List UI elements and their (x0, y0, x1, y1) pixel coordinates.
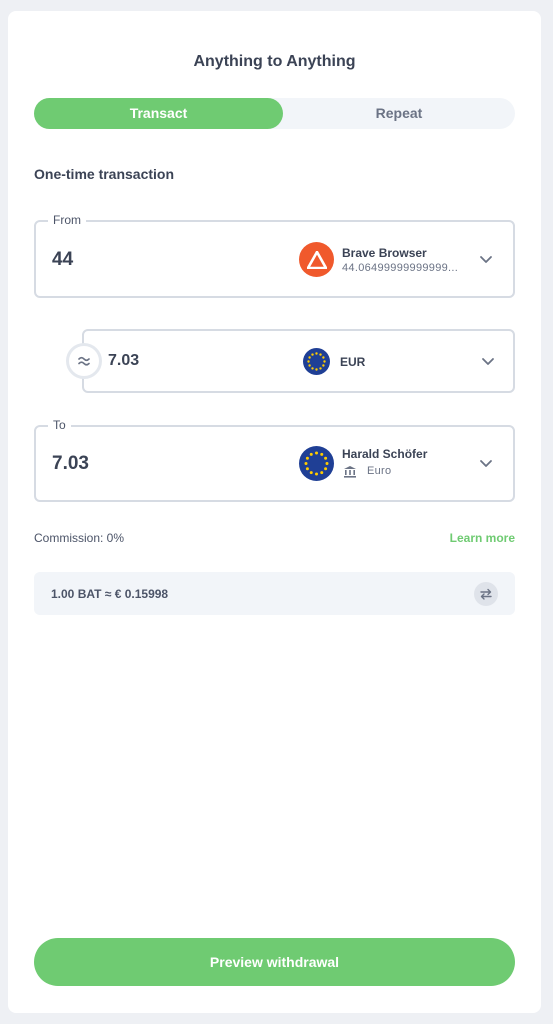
swap-arrows-icon[interactable] (474, 582, 498, 606)
chevron-down-icon[interactable] (481, 357, 495, 367)
chevron-down-icon[interactable] (479, 255, 493, 265)
recipient-name: Harald Schöfer (342, 447, 428, 461)
from-asset-name: Brave Browser (342, 246, 427, 260)
commission-label: Commission: 0% (34, 531, 125, 545)
learn-more-link[interactable]: Learn more (450, 531, 515, 545)
eu-flag-icon (299, 446, 334, 481)
convert-field[interactable]: 7.03 EUR (82, 329, 515, 393)
exchange-rate-text: 1.00 BAT ≈ € 0.15998 (51, 587, 169, 601)
page-title: Anything to Anything (193, 53, 356, 70)
convert-currency: EUR (340, 355, 366, 369)
exchange-rate-bar: 1.00 BAT ≈ € 0.15998 (34, 572, 515, 615)
from-field[interactable]: From 44 Brave Browser 44.06499999999999.… (34, 213, 515, 298)
preview-withdrawal-button[interactable]: Preview withdrawal (34, 938, 515, 986)
eu-flag-icon (303, 348, 330, 375)
recipient-currency: Euro (367, 465, 392, 477)
tab-bar: Transact Repeat (34, 98, 515, 129)
from-asset-balance: 44.06499999999999... (342, 262, 459, 274)
to-amount[interactable]: 7.03 (52, 453, 89, 475)
to-legend: To (48, 418, 71, 432)
brave-bat-logo-icon (299, 242, 334, 277)
tab-transact[interactable]: Transact (34, 98, 283, 129)
to-field[interactable]: To 7.03 Harald Schöfer Euro (34, 418, 515, 502)
from-amount[interactable]: 44 (52, 249, 73, 271)
convert-amount[interactable]: 7.03 (108, 352, 139, 370)
from-legend: From (48, 213, 86, 227)
chevron-down-icon[interactable] (479, 459, 493, 469)
transaction-card: Anything to Anything Transact Repeat One… (8, 11, 541, 1013)
section-title: One-time transaction (34, 166, 175, 182)
approx-equal-icon (66, 343, 102, 379)
bank-icon (344, 466, 356, 478)
tab-repeat[interactable]: Repeat (283, 98, 515, 129)
